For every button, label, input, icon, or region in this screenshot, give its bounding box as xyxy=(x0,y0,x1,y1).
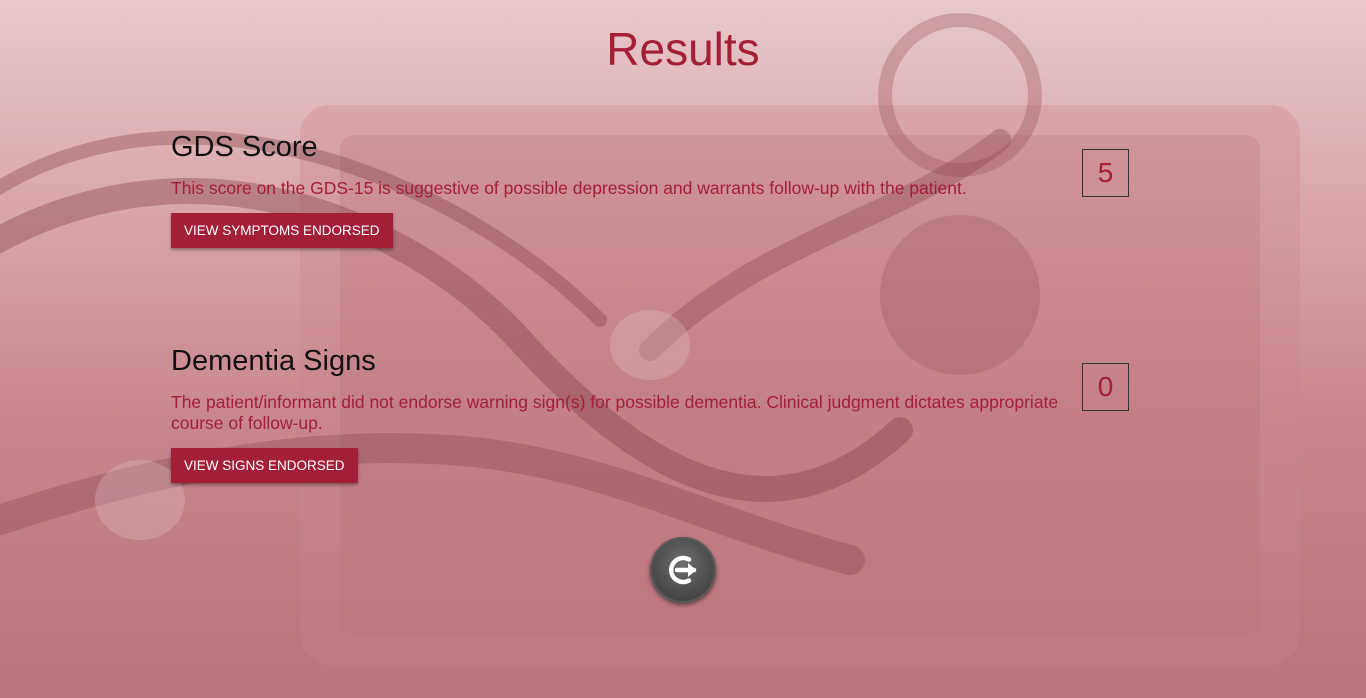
dementia-signs-value: 0 xyxy=(1082,363,1129,411)
gds-score-description: This score on the GDS-15 is suggestive o… xyxy=(171,178,967,198)
logout-arrow-icon xyxy=(668,555,697,585)
dementia-signs-heading: Dementia Signs xyxy=(171,345,376,377)
page-title: Results xyxy=(606,23,760,75)
view-symptoms-button[interactable]: VIEW SYMPTOMS ENDORSED xyxy=(171,213,393,248)
dementia-signs-description: The patient/informant did not endorse wa… xyxy=(171,392,1059,433)
logout-button[interactable] xyxy=(650,537,716,603)
gds-score-value: 5 xyxy=(1082,149,1129,197)
view-signs-button[interactable]: VIEW SIGNS ENDORSED xyxy=(171,448,358,483)
results-page: Results GDS Score This score on the GDS-… xyxy=(0,0,1366,698)
gds-score-section: GDS Score This score on the GDS-15 is su… xyxy=(171,128,1131,248)
dementia-signs-section: Dementia Signs The patient/informant did… xyxy=(171,342,1131,483)
gds-score-heading: GDS Score xyxy=(171,131,318,163)
